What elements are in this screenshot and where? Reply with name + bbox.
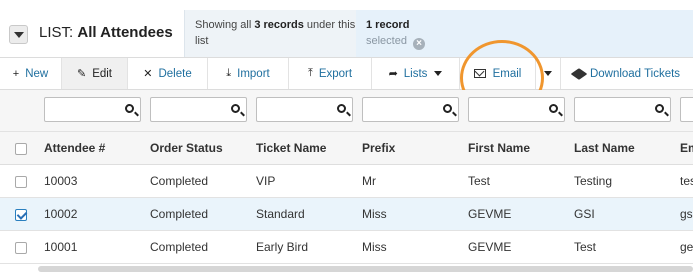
cell-last-name: Test — [574, 240, 597, 254]
edit-button[interactable]: ✎ Edit — [62, 58, 128, 89]
cell-ticket-name: Standard — [256, 207, 305, 221]
filter-prefix[interactable] — [362, 97, 459, 122]
cell-email: tes — [680, 174, 693, 188]
cell-last-name: Testing — [574, 174, 613, 188]
email-button[interactable]: Email — [460, 58, 536, 89]
cell-email: gs — [680, 207, 693, 221]
clear-selection-icon[interactable]: × — [412, 38, 425, 50]
cell-first-name: GEVME — [468, 240, 512, 254]
share-arrow-icon: ➦ — [388, 68, 398, 80]
cell-order-status: Completed — [150, 174, 209, 188]
table-row[interactable]: 10003 Completed VIP Mr Test Testing tes — [0, 165, 693, 198]
cell-prefix: Miss — [362, 207, 387, 221]
select-all-checkbox[interactable] — [15, 143, 27, 155]
column-header-first-name[interactable]: First Name — [468, 132, 568, 165]
list-prefix: LIST: — [39, 24, 74, 41]
download-icon: ⤓ — [226, 67, 232, 79]
close-icon: ✕ — [143, 68, 153, 80]
column-header-email[interactable]: Em — [680, 132, 693, 165]
row-checkbox[interactable] — [15, 209, 27, 221]
search-icon — [443, 104, 452, 113]
email-options-dropdown[interactable] — [536, 58, 561, 89]
horizontal-scrollbar[interactable] — [38, 266, 693, 272]
delete-button[interactable]: ✕ Delete — [128, 58, 208, 89]
list-header: LIST: All Attendees Showing all 3 record… — [0, 0, 693, 57]
records-info-prefix: Showing all — [195, 19, 255, 31]
new-label: New — [25, 67, 49, 80]
column-header-ticket-name[interactable]: Ticket Name — [256, 132, 356, 165]
import-label: Import — [237, 67, 270, 80]
upload-icon: ⤒ — [307, 67, 313, 79]
search-icon — [231, 104, 240, 113]
new-button[interactable]: + New — [0, 58, 62, 89]
column-header-prefix[interactable]: Prefix — [362, 132, 462, 165]
download-tickets-label: Download Tickets — [589, 67, 681, 80]
filter-attendee-number[interactable] — [44, 97, 141, 122]
envelope-icon — [473, 69, 486, 78]
column-header-order-status[interactable]: Order Status — [150, 132, 250, 165]
cell-last-name: GSI — [574, 207, 595, 221]
table-row[interactable]: 10001 Completed Early Bird Miss GEVME Te… — [0, 231, 693, 264]
cell-ticket-name: Early Bird — [256, 240, 309, 254]
search-icon — [125, 104, 134, 113]
cell-attendee-number: 10003 — [44, 174, 78, 188]
column-header-attendee-number[interactable]: Attendee # — [44, 132, 144, 165]
plus-icon: + — [12, 67, 20, 80]
cell-order-status: Completed — [150, 240, 209, 254]
filter-first-name[interactable] — [468, 97, 565, 122]
row-checkbox[interactable] — [15, 242, 27, 254]
filter-email[interactable] — [680, 97, 693, 122]
lists-button[interactable]: ➦ Lists — [372, 58, 460, 89]
edit-label: Edit — [92, 67, 113, 80]
lists-label: Lists — [403, 67, 428, 80]
filter-ticket-name[interactable] — [256, 97, 353, 122]
list-name: All Attendees — [77, 24, 173, 41]
records-count: 3 records — [254, 19, 304, 31]
download-tickets-button[interactable]: Download Tickets — [561, 58, 693, 89]
cell-prefix: Miss — [362, 240, 387, 254]
cell-order-status: Completed — [150, 207, 209, 221]
list-title: LIST: All Attendees — [39, 24, 173, 41]
filter-last-name[interactable] — [574, 97, 671, 122]
column-header-last-name[interactable]: Last Name — [574, 132, 674, 165]
cell-ticket-name: VIP — [256, 174, 276, 188]
action-toolbar: + New ✎ Edit ✕ Delete ⤓ Import ⤒ Export ➦ List… — [0, 57, 693, 90]
pencil-icon: ✎ — [76, 68, 87, 80]
delete-label: Delete — [158, 67, 192, 80]
search-icon — [337, 104, 346, 113]
search-icon — [549, 104, 558, 113]
export-label: Export — [318, 67, 353, 80]
cell-attendee-number: 10001 — [44, 240, 78, 254]
row-checkbox[interactable] — [15, 176, 27, 188]
table-header: Attendee # Order Status Ticket Name Pref… — [0, 132, 693, 165]
cell-first-name: Test — [468, 174, 491, 188]
cell-prefix: Mr — [362, 174, 376, 188]
selection-info: 1 record selected × — [356, 10, 693, 57]
column-filter-row — [0, 90, 693, 132]
search-icon — [655, 104, 664, 113]
list-dropdown-toggle[interactable] — [9, 25, 28, 44]
table-row[interactable]: 10002 Completed Standard Miss GEVME GSI … — [0, 198, 693, 231]
filter-order-status[interactable] — [150, 97, 247, 122]
email-label: Email — [492, 67, 522, 80]
selection-count: 1 record — [366, 19, 410, 31]
chevron-down-icon — [434, 71, 443, 76]
cell-first-name: GEVME — [468, 207, 512, 221]
records-info: Showing all 3 records under this list — [184, 10, 356, 57]
cell-attendee-number: 10002 — [44, 207, 78, 221]
import-button[interactable]: ⤓ Import — [208, 58, 289, 89]
selection-label: selected — [366, 35, 407, 47]
ticket-icon — [570, 67, 588, 80]
export-button[interactable]: ⤒ Export — [289, 58, 372, 89]
cell-email: ge — [680, 240, 693, 254]
